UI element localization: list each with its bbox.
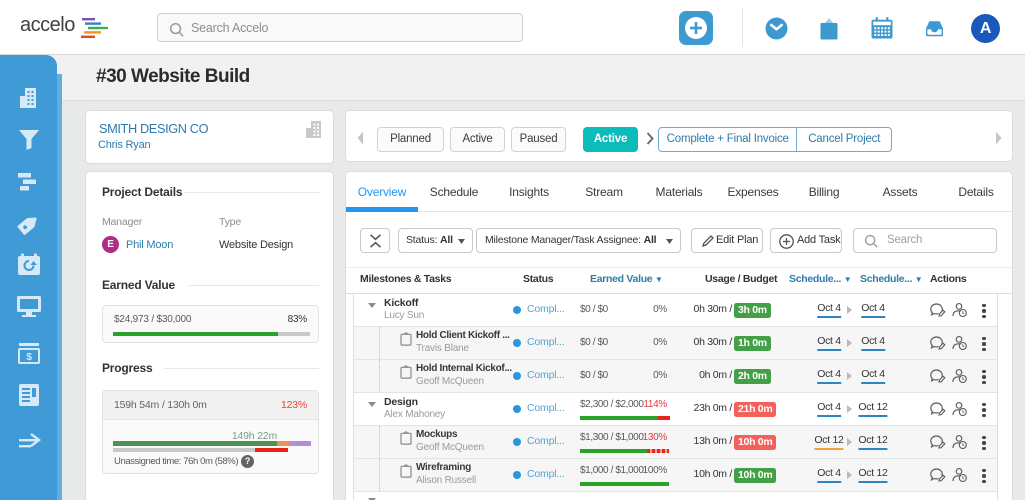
svg-text:$: $ bbox=[26, 352, 32, 363]
